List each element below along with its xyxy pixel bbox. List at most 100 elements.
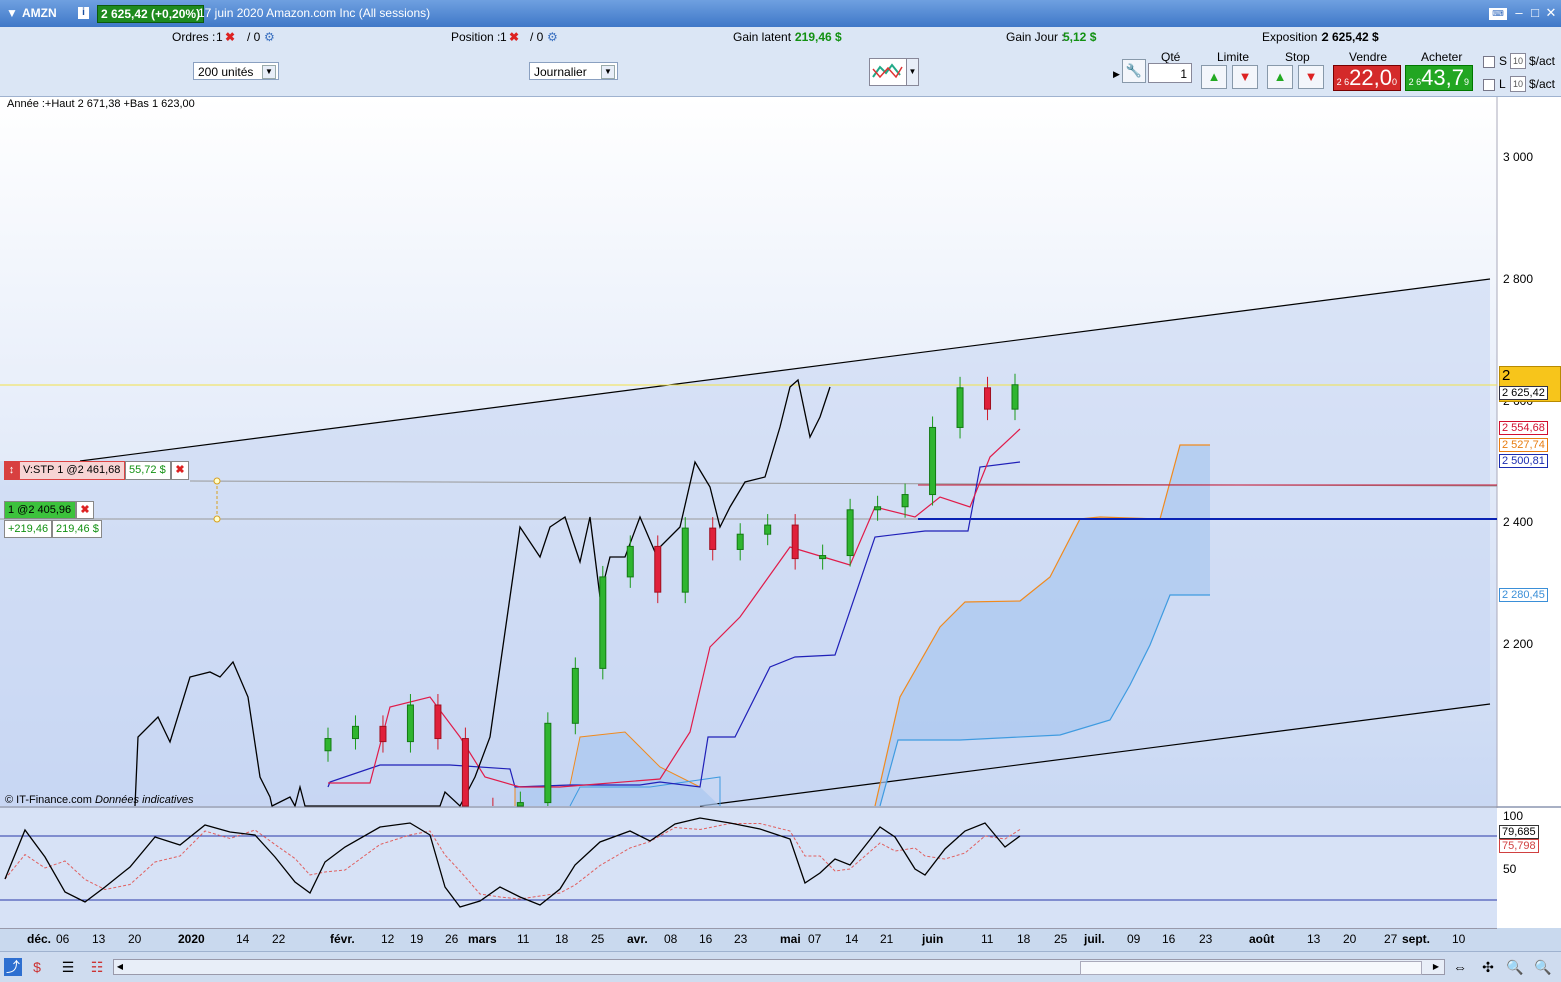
list-icon[interactable]: ☰ — [59, 958, 77, 976]
buy-limit-button[interactable]: ▲ — [1201, 65, 1227, 89]
sell-stop-button[interactable]: ▼ — [1298, 65, 1324, 89]
x-axis-label: mai — [780, 932, 801, 946]
info-icon[interactable]: i — [78, 7, 89, 19]
price-chart[interactable] — [0, 97, 1561, 928]
scroll-left-icon[interactable]: ◀ — [114, 960, 126, 974]
x-axis-label: 25 — [591, 932, 605, 946]
scroll-right-icon[interactable]: ▶ — [1430, 960, 1442, 974]
x-axis-label: juin — [922, 932, 944, 946]
sell-limit-button[interactable]: ▼ — [1232, 65, 1258, 89]
stop-label: Stop — [1285, 50, 1310, 64]
x-axis-label: 20 — [1343, 932, 1357, 946]
s-checkbox[interactable] — [1483, 56, 1495, 68]
position-settings-icon[interactable]: ⚙ — [547, 30, 558, 44]
l-checkbox[interactable] — [1483, 79, 1495, 91]
buy-button[interactable]: 2 643,79 — [1405, 65, 1473, 91]
close-position-chart-icon[interactable]: ✖ — [76, 501, 94, 519]
x-axis-label: 26 — [445, 932, 459, 946]
cancel-stop-icon[interactable]: ✖ — [171, 461, 189, 480]
keyboard-icon[interactable]: ⌨ — [1489, 8, 1507, 20]
orders-settings-icon[interactable]: ⚙ — [264, 30, 275, 44]
maximize-icon[interactable]: □ — [1527, 5, 1543, 21]
position-handle[interactable] — [213, 515, 221, 523]
dollar-tool-icon[interactable]: $ — [28, 958, 46, 976]
x-axis-label: 25 — [1054, 932, 1068, 946]
oscillator-panel-bg — [0, 808, 1497, 928]
zoom-in-icon[interactable]: 🔍 — [1534, 958, 1552, 976]
candle-body — [654, 545, 662, 593]
crosshair-icon[interactable]: ✣ — [1479, 958, 1497, 976]
candle-body — [984, 387, 992, 410]
osc-d-tag: 75,798 — [1499, 839, 1539, 853]
axis-label: 3 000 — [1503, 150, 1534, 164]
stop-drag-icon[interactable]: ↕ — [4, 461, 19, 480]
arrow-up-icon: ▲ — [1273, 69, 1287, 84]
sell-price-sup: 0 — [1391, 77, 1397, 87]
lightblue-price-tag: 2 280,45 — [1499, 588, 1548, 602]
position-label-box[interactable]: 1 @2 405,96 — [4, 501, 76, 519]
osc-axis-label: 50 — [1503, 862, 1517, 876]
buy-stop-button[interactable]: ▲ — [1267, 65, 1293, 89]
candle-body — [791, 524, 799, 560]
x-axis-label: août — [1249, 932, 1275, 946]
x-axis-label: 23 — [1199, 932, 1213, 946]
axis-label: 2 400 — [1503, 515, 1534, 529]
orders-value[interactable]: 1 — [216, 30, 223, 44]
candle-body — [516, 802, 524, 807]
price-badge: 2 625,42 (+0,20%) — [97, 5, 205, 23]
units-select[interactable]: 200 unités ▼ — [193, 62, 279, 80]
candle-body — [434, 704, 442, 740]
indicators-dropdown-icon[interactable]: ▼ — [906, 58, 919, 86]
window-menu-icon[interactable]: ▼ — [6, 6, 18, 20]
units-select-value: 200 unités — [198, 65, 254, 79]
x-axis-label: 20 — [128, 932, 142, 946]
chevron-down-icon: ▼ — [262, 65, 276, 79]
panel-toggle-icon[interactable]: ▶ — [1113, 69, 1120, 80]
minimize-icon[interactable]: – — [1511, 5, 1527, 21]
l-label: L — [1499, 77, 1506, 91]
stop-handle[interactable] — [213, 477, 221, 485]
s-label: S — [1499, 54, 1508, 68]
gain-jour-label: Gain Jour : — [1006, 30, 1065, 44]
period-select-value: Journalier — [534, 65, 587, 79]
sell-button[interactable]: 2 622,00 — [1333, 65, 1401, 91]
period-select[interactable]: Journalier ▼ — [529, 62, 618, 80]
fit-icon[interactable]: ⇔ — [1451, 958, 1469, 976]
unit-s-label: $/act — [1529, 54, 1556, 68]
scrollbar-thumb[interactable] — [1080, 961, 1422, 975]
orange-price-tag: 2 527,74 — [1499, 438, 1548, 452]
x-axis-label: 14 — [845, 932, 859, 946]
stop-order-label[interactable]: V:STP 1 @2 461,68 — [19, 461, 125, 480]
candle-body — [901, 494, 909, 508]
x-axis-label: 14 — [236, 932, 250, 946]
x-axis-label: 10 — [1452, 932, 1466, 946]
l-spin[interactable]: 10 — [1510, 76, 1526, 92]
close-position-icon[interactable]: ✖ — [509, 30, 519, 44]
sell-price-small: 2 6 — [1336, 77, 1350, 87]
toolbar: 200 unités ▼ Journalier ▼ ▼ ▶ 🔧 Qté 1 Li… — [0, 47, 1561, 97]
wrench-icon[interactable]: 🔧 — [1122, 59, 1146, 83]
candle-body — [874, 506, 882, 511]
x-axis-label: 07 — [808, 932, 822, 946]
qty-input[interactable]: 1 — [1148, 63, 1192, 83]
s-spin[interactable]: 10 — [1510, 53, 1526, 69]
title-bar: ▼ AMZN i 2 625,42 (+0,20%) 17 juin 2020 … — [0, 0, 1561, 27]
position-value[interactable]: 1 — [500, 30, 507, 44]
qty-label: Qté — [1161, 50, 1181, 64]
x-axis-label: avr. — [627, 932, 648, 946]
candle-body — [1011, 384, 1019, 410]
orders-list-icon[interactable]: ☷ — [88, 958, 106, 976]
x-axis-label: déc. — [27, 932, 52, 946]
share-icon[interactable]: ⤴ — [4, 958, 22, 976]
close-icon[interactable]: ✕ — [1543, 5, 1559, 21]
candle-body — [571, 667, 579, 724]
x-axis-label: 13 — [1307, 932, 1321, 946]
x-axis-label: 18 — [555, 932, 569, 946]
chevron-down-icon: ▼ — [601, 65, 615, 79]
indicators-button[interactable] — [869, 58, 907, 86]
horizontal-scrollbar[interactable]: ◀ ▶ — [113, 959, 1445, 975]
candle-body — [929, 426, 937, 496]
zoom-out-icon[interactable]: 🔍 — [1506, 958, 1524, 976]
candle-body — [846, 509, 854, 557]
cancel-orders-icon[interactable]: ✖ — [225, 30, 235, 44]
